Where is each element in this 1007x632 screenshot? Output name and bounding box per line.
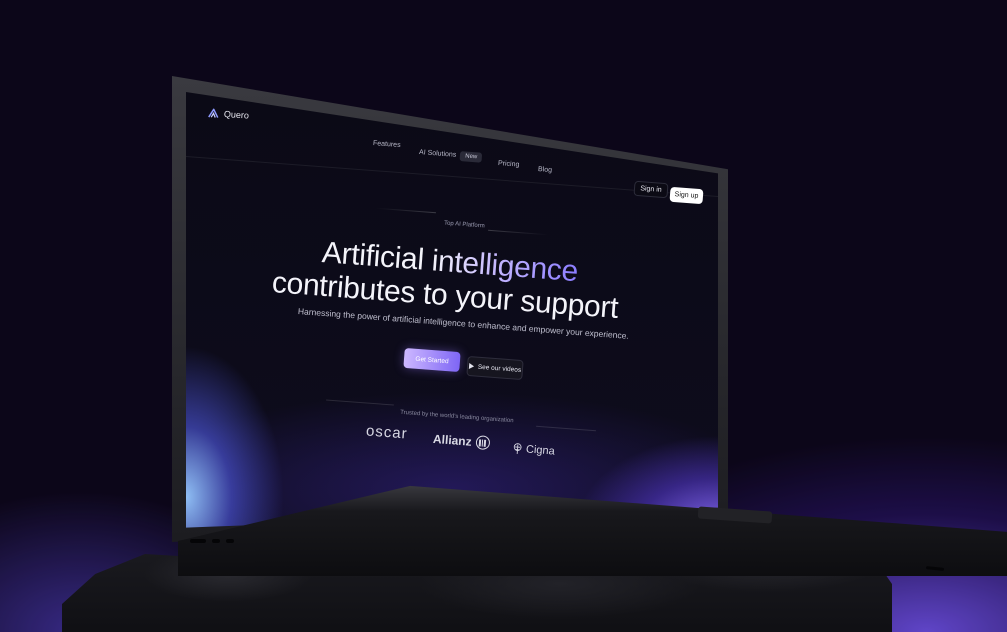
- nav-ai-solutions-label: AI Solutions: [418, 149, 457, 159]
- see-videos-button[interactable]: See our videos: [466, 355, 524, 381]
- trusted-divider-right: [536, 425, 596, 432]
- laptop-ports: [190, 539, 234, 543]
- hero-tag: Top AI Platform: [443, 220, 485, 230]
- play-icon: [468, 363, 475, 370]
- trusted-label: Trusted by the world's leading organizat…: [399, 409, 514, 425]
- new-badge: New: [459, 151, 483, 163]
- quero-logo-icon: [208, 108, 219, 118]
- tag-divider-left: [376, 207, 436, 214]
- nav-features[interactable]: Features: [373, 140, 401, 149]
- port-slot: [226, 539, 234, 543]
- see-videos-label: See our videos: [477, 363, 522, 374]
- get-started-button[interactable]: Get Started: [403, 347, 461, 373]
- allianz-wordmark: Allianz: [432, 431, 473, 449]
- port-slot: [190, 539, 206, 543]
- sign-in-button[interactable]: Sign in: [633, 180, 669, 199]
- cigna-wordmark: Cigna: [525, 443, 556, 458]
- oscar-logo: oscar: [365, 422, 409, 443]
- brand-name: Quero: [223, 108, 250, 121]
- brand-logo[interactable]: Quero: [208, 108, 250, 121]
- nav-ai-solutions[interactable]: AI Solutions New: [419, 148, 483, 163]
- tag-divider-right: [488, 229, 548, 236]
- trusted-divider-left: [326, 399, 394, 406]
- nav-blog[interactable]: Blog: [538, 166, 553, 174]
- cigna-tree-icon: [513, 443, 522, 454]
- cigna-logo: Cigna: [512, 442, 556, 458]
- nav-pricing[interactable]: Pricing: [498, 160, 520, 169]
- port-slot: [212, 539, 220, 543]
- sign-up-button[interactable]: Sign up: [669, 186, 704, 205]
- allianz-logo: Allianz: [432, 431, 491, 451]
- allianz-emblem-icon: [475, 435, 491, 451]
